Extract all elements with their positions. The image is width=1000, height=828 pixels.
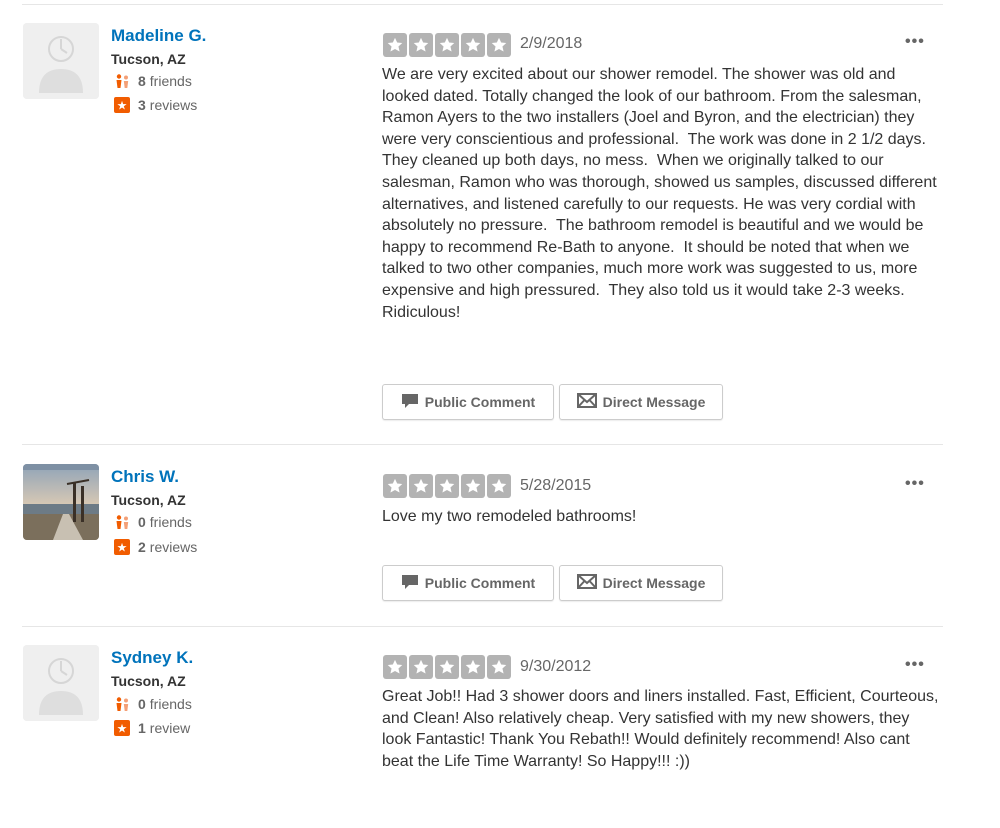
friends-label: friends: [149, 73, 192, 89]
direct-message-button[interactable]: Direct Message: [559, 565, 723, 601]
star-icon: [435, 655, 459, 679]
review-text: We are very excited about our shower rem…: [382, 66, 942, 321]
star-icon: [435, 474, 459, 498]
direct-message-button[interactable]: Direct Message: [559, 384, 723, 420]
review-divider: [22, 626, 943, 627]
reviews-count: ★ 2 reviews: [114, 539, 197, 555]
friends-number: 0: [138, 696, 146, 712]
review-text: Great Job!! Had 3 shower doors and liner…: [382, 688, 943, 770]
photo-avatar-icon: [23, 464, 99, 540]
svg-text:★: ★: [117, 541, 128, 555]
reviews-label: reviews: [149, 539, 198, 555]
envelope-icon: [576, 393, 597, 411]
star-icon: [435, 33, 459, 57]
friends-icon: [114, 73, 132, 89]
reviews-label: review: [149, 720, 191, 736]
star-icon: [409, 655, 433, 679]
public-comment-button[interactable]: Public Comment: [382, 384, 554, 420]
star-rating: [383, 655, 511, 679]
star-icon: [383, 33, 407, 57]
user-name[interactable]: Sydney K.: [111, 648, 193, 668]
star-icon: [383, 474, 407, 498]
star-rating: [383, 474, 511, 498]
review-date: 9/30/2012: [520, 658, 592, 675]
svg-text:★: ★: [117, 722, 128, 736]
speech-bubble-icon: [401, 574, 419, 593]
reviews-count: ★ 1 review: [114, 720, 190, 736]
star-icon: [383, 655, 407, 679]
reviews-number: 2: [138, 539, 146, 555]
user-location: Tucson, AZ: [111, 673, 186, 689]
star-icon: [461, 474, 485, 498]
envelope-icon: [576, 574, 597, 592]
review-star-icon: ★: [114, 539, 132, 555]
user-avatar[interactable]: [23, 23, 99, 99]
ellipsis-icon[interactable]: •••: [905, 475, 925, 493]
friends-label: friends: [149, 696, 192, 712]
star-icon: [461, 655, 485, 679]
friends-icon: [114, 514, 132, 530]
star-icon: [409, 474, 433, 498]
reviews-label: reviews: [149, 97, 198, 113]
user-name[interactable]: Chris W.: [111, 467, 179, 487]
public-comment-label: Public Comment: [424, 575, 536, 591]
friends-number: 0: [138, 514, 146, 530]
star-rating: [383, 33, 511, 57]
user-location: Tucson, AZ: [111, 51, 186, 67]
review-date: 2/9/2018: [520, 35, 583, 52]
default-avatar-icon: [23, 645, 99, 721]
star-icon: [487, 474, 511, 498]
direct-message-label: Direct Message: [602, 575, 706, 591]
svg-text:★: ★: [117, 99, 128, 113]
friends-count: 0 friends: [114, 514, 192, 530]
ellipsis-icon[interactable]: •••: [905, 33, 925, 51]
direct-message-label: Direct Message: [602, 394, 706, 410]
user-avatar[interactable]: [23, 645, 99, 721]
ellipsis-icon[interactable]: •••: [905, 656, 925, 674]
public-comment-button[interactable]: Public Comment: [382, 565, 554, 601]
star-icon: [487, 33, 511, 57]
user-name[interactable]: Madeline G.: [111, 26, 206, 46]
review-star-icon: ★: [114, 720, 132, 736]
friends-number: 8: [138, 73, 146, 89]
reviews-number: 3: [138, 97, 146, 113]
reviews-count: ★ 3 reviews: [114, 97, 197, 113]
friends-icon: [114, 696, 132, 712]
star-icon: [409, 33, 433, 57]
user-avatar[interactable]: [23, 464, 99, 540]
default-avatar-icon: [23, 23, 99, 99]
speech-bubble-icon: [401, 393, 419, 412]
public-comment-label: Public Comment: [424, 394, 536, 410]
review-star-icon: ★: [114, 97, 132, 113]
reviews-number: 1: [138, 720, 146, 736]
review-divider: [22, 444, 943, 445]
friends-label: friends: [149, 514, 192, 530]
friends-count: 8 friends: [114, 73, 192, 89]
user-location: Tucson, AZ: [111, 492, 186, 508]
star-icon: [487, 655, 511, 679]
top-divider: [22, 4, 943, 5]
friends-count: 0 friends: [114, 696, 192, 712]
review-date: 5/28/2015: [520, 477, 592, 494]
review-text: Love my two remodeled bathrooms!: [382, 508, 637, 525]
star-icon: [461, 33, 485, 57]
